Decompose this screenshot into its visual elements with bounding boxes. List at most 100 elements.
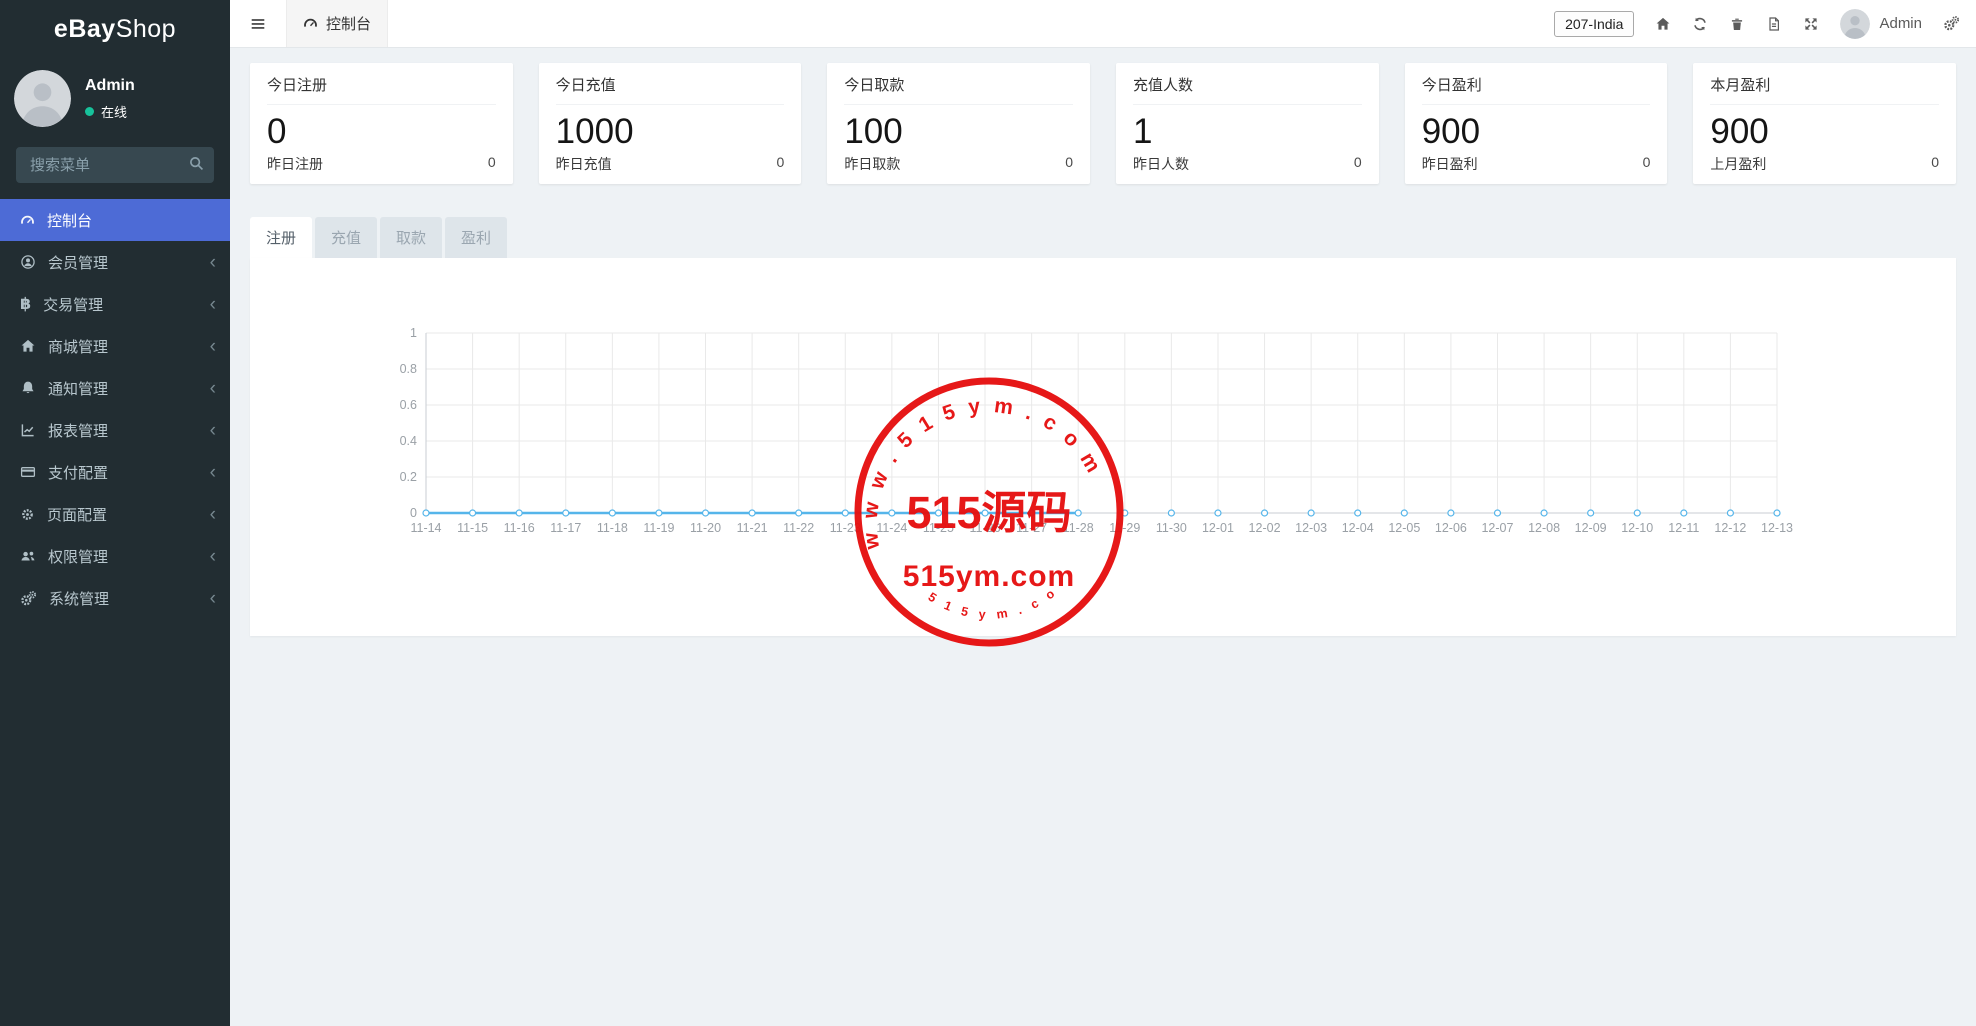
svg-text:11-14: 11-14 (410, 521, 441, 535)
svg-text:11-15: 11-15 (457, 521, 488, 535)
stat-value: 900 (1710, 114, 1939, 151)
stat-title: 本月盈利 (1710, 74, 1939, 95)
chevron-left-icon: ‹ (210, 505, 216, 524)
sidebar-item-label: 控制台 (47, 210, 92, 231)
stat-footer-value: 0 (488, 154, 496, 174)
svg-text:11-27: 11-27 (1016, 521, 1047, 535)
sidebar-item-home[interactable]: 商城管理 ‹ (0, 325, 230, 367)
sidebar-item-users[interactable]: 权限管理 ‹ (0, 535, 230, 577)
sidebar-item-label: 系统管理 (49, 588, 109, 609)
stat-value: 1 (1133, 114, 1362, 151)
svg-text:11-25: 11-25 (923, 521, 954, 535)
svg-text:12-08: 12-08 (1528, 521, 1560, 535)
stat-cards-row: 今日注册0昨日注册0今日充值1000昨日充值0今日取款100昨日取款0充值人数1… (250, 63, 1956, 184)
user-panel: Admin 在线 (0, 58, 230, 137)
sidebar-item-gear[interactable]: 页面配置‹ (0, 493, 230, 535)
avatar (14, 70, 71, 127)
chart-tab-1[interactable]: 注册 (250, 217, 312, 258)
svg-text:12-11: 12-11 (1668, 521, 1699, 535)
stat-value: 1000 (556, 114, 785, 151)
header-user-menu[interactable]: Admin (1840, 9, 1922, 39)
svg-text:12-07: 12-07 (1481, 521, 1513, 535)
svg-text:12-05: 12-05 (1388, 521, 1420, 535)
chevron-left-icon: ‹ (210, 253, 216, 272)
stat-card: 今日取款100昨日取款0 (827, 63, 1090, 184)
sidebar-item-bell[interactable]: 通知管理‹ (0, 367, 230, 409)
region-select[interactable]: 207-India (1554, 11, 1634, 37)
divider (556, 104, 785, 105)
chevron-left-icon: ‹ (210, 421, 216, 440)
sidebar-item-dashboard[interactable]: 控制台 (0, 199, 230, 241)
chevron-left-icon: ‹ (210, 379, 216, 398)
fullscreen-icon[interactable] (1803, 16, 1819, 32)
sidebar-menu: 控制台会员管理‹฿交易管理‹商城管理‹通知管理‹报表管理‹支付配置‹页面配置‹权… (0, 199, 230, 619)
dashboard-icon (20, 213, 35, 228)
brand-light: Shop (116, 15, 176, 44)
sidebar-item-label: 权限管理 (48, 546, 108, 567)
sidebar-item-member[interactable]: 会员管理‹ (0, 241, 230, 283)
sidebar-item-label: 商城管理 (48, 336, 108, 357)
stat-title: 今日注册 (267, 74, 496, 95)
svg-text:11-19: 11-19 (643, 521, 674, 535)
sidebar: eBay Shop Admin 在线 控制台会员管理‹฿交易管理‹商城管理‹通知… (0, 0, 230, 1026)
svg-text:12-04: 12-04 (1342, 521, 1374, 535)
refresh-icon[interactable] (1692, 16, 1708, 32)
svg-text:1: 1 (410, 326, 417, 340)
chart-tab-2[interactable]: 充值 (315, 217, 377, 258)
app-logo[interactable]: eBay Shop (0, 0, 230, 58)
chart-tabs: 注册充值取款盈利 (250, 217, 1956, 258)
main-content: 今日注册0昨日注册0今日充值1000昨日充值0今日取款100昨日取款0充值人数1… (230, 47, 1976, 1026)
user-name: Admin (85, 77, 135, 95)
stat-value: 900 (1422, 114, 1651, 151)
credit-card-icon (20, 464, 36, 480)
stat-title: 今日充值 (556, 74, 785, 95)
online-dot-icon (85, 107, 94, 116)
svg-text:11-30: 11-30 (1156, 521, 1187, 535)
tab-dashboard[interactable]: 控制台 (286, 0, 388, 47)
chevron-left-icon: ‹ (210, 589, 216, 608)
sidebar-item-label: 支付配置 (48, 462, 108, 483)
search-input[interactable] (16, 147, 214, 183)
sidebar-item-bitcoin[interactable]: ฿交易管理‹ (0, 283, 230, 325)
chart-tab-4[interactable]: 盈利 (445, 217, 507, 258)
stat-footer-label: 昨日取款 (844, 154, 900, 174)
trash-icon[interactable] (1729, 16, 1745, 32)
svg-text:12-09: 12-09 (1575, 521, 1607, 535)
svg-text:11-17: 11-17 (550, 521, 581, 535)
svg-text:11-20: 11-20 (690, 521, 721, 535)
chevron-left-icon: ‹ (210, 547, 216, 566)
search-icon[interactable] (188, 155, 205, 172)
svg-text:11-29: 11-29 (1109, 521, 1140, 535)
stat-title: 今日盈利 (1422, 74, 1651, 95)
gear-icon (20, 507, 35, 522)
sidebar-item-chart[interactable]: 报表管理‹ (0, 409, 230, 451)
divider (844, 104, 1073, 105)
hamburger-icon[interactable] (230, 0, 286, 47)
chevron-left-icon: ‹ (210, 295, 216, 314)
divider (1422, 104, 1651, 105)
home-icon[interactable] (1655, 16, 1671, 32)
stat-footer-label: 昨日注册 (267, 154, 323, 174)
divider (1133, 104, 1362, 105)
sidebar-item-credit-card[interactable]: 支付配置‹ (0, 451, 230, 493)
stat-footer-label: 昨日盈利 (1422, 154, 1478, 174)
stat-card: 今日盈利 900 昨日盈利 0 (1405, 63, 1668, 184)
sidebar-item-label: 交易管理 (43, 294, 103, 315)
chart-tab-3[interactable]: 取款 (380, 217, 442, 258)
svg-text:0.6: 0.6 (400, 398, 417, 412)
brand-bold: eBay (54, 15, 116, 44)
svg-text:12-13: 12-13 (1761, 521, 1793, 535)
stat-footer-value: 0 (1931, 154, 1939, 174)
chevron-left-icon: ‹ (210, 337, 216, 356)
svg-text:11-16: 11-16 (504, 521, 535, 535)
stat-footer-value: 0 (1643, 154, 1651, 174)
svg-text:12-01: 12-01 (1202, 521, 1234, 535)
member-icon (20, 254, 36, 270)
sidebar-item-cogs[interactable]: 系统管理 ‹ (0, 577, 230, 619)
svg-text:12-12: 12-12 (1714, 521, 1746, 535)
file-icon[interactable] (1766, 16, 1782, 32)
svg-text:11-18: 11-18 (597, 521, 628, 535)
tab-dashboard-label: 控制台 (326, 13, 371, 34)
cogs-icon[interactable] (1943, 15, 1960, 32)
header-username: Admin (1879, 15, 1922, 32)
